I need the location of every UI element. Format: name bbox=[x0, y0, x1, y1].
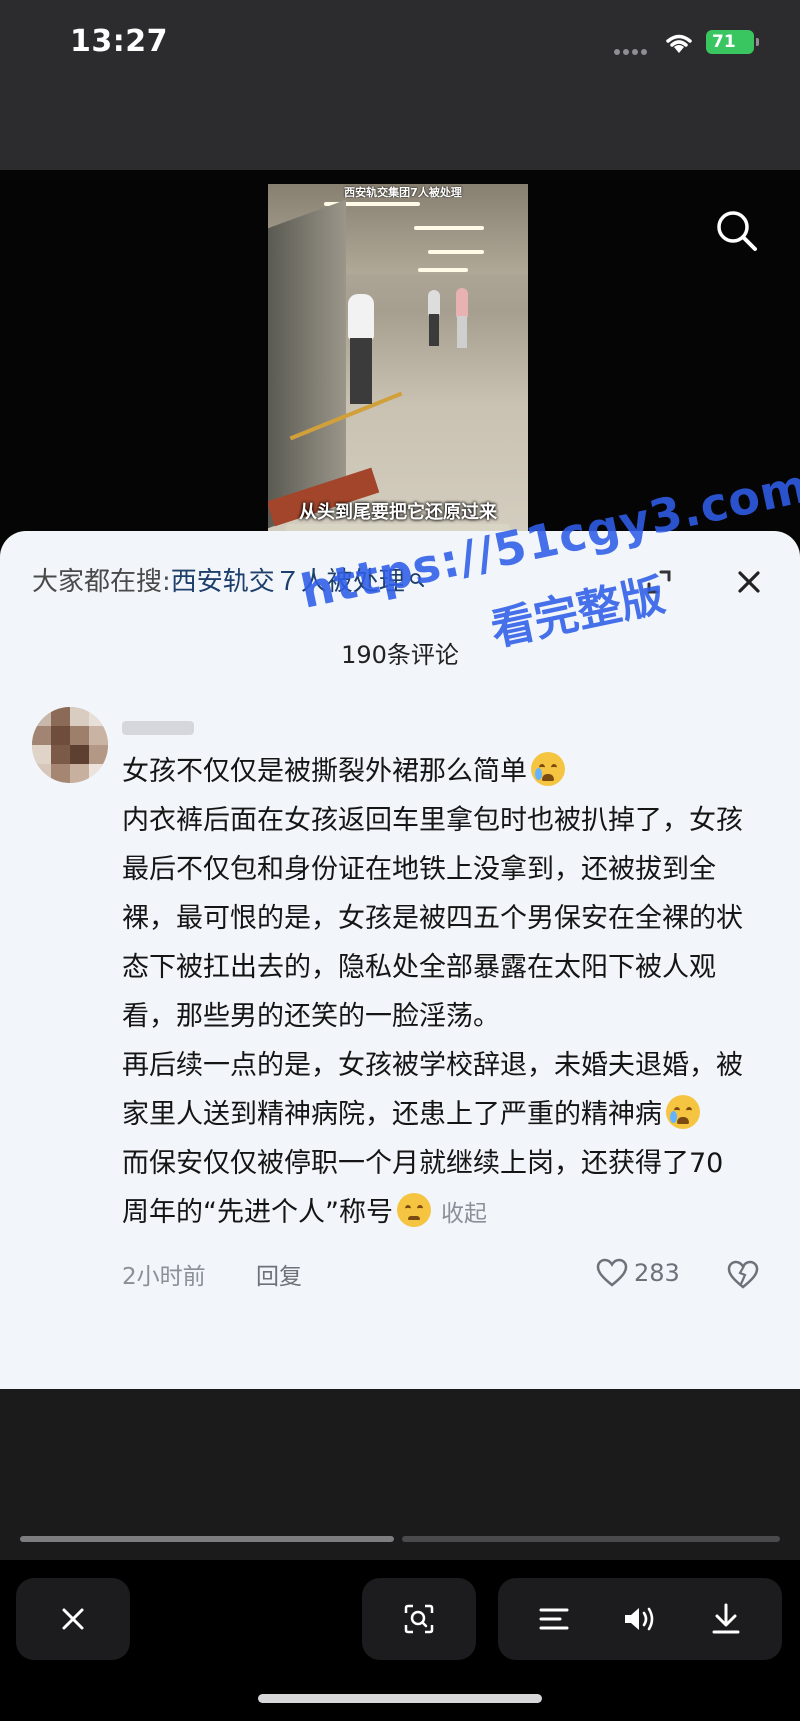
search-icon bbox=[717, 211, 757, 251]
reply-button[interactable]: 回复 bbox=[256, 1257, 302, 1291]
battery-level: 71 bbox=[712, 32, 736, 52]
list-icon bbox=[539, 1608, 569, 1630]
bottom-toolbar bbox=[0, 1560, 800, 1721]
battery-icon: 71 bbox=[706, 30, 759, 54]
like-count: 283 bbox=[634, 1259, 680, 1287]
video-caption: 从头到尾要把它还原过来 bbox=[299, 502, 497, 523]
comment-footer: 2小时前 回复 283 bbox=[122, 1255, 772, 1291]
action-group bbox=[498, 1578, 782, 1660]
visual-search-button[interactable] bbox=[362, 1578, 476, 1660]
video-caption-top: 西安轨交集团7人被处理 bbox=[344, 186, 462, 198]
collapse-link[interactable]: 收起 bbox=[441, 1201, 487, 1227]
search-hint-query[interactable]: 西安轨交７人被处理 bbox=[171, 567, 405, 597]
speaker-icon bbox=[625, 1607, 654, 1631]
video-thumbnail[interactable]: 西安轨交集团7人被处理 从头到尾要把它还原过来 bbox=[268, 184, 528, 550]
close-icon bbox=[43, 1578, 103, 1660]
search-icon bbox=[409, 565, 425, 587]
crying-emoji-icon bbox=[531, 752, 565, 786]
home-indicator[interactable] bbox=[258, 1694, 542, 1703]
lens-icon bbox=[389, 1578, 449, 1660]
dislike-button[interactable] bbox=[726, 1257, 760, 1291]
avatar[interactable] bbox=[32, 707, 108, 783]
comment-text: 女孩不仅仅是被撕裂外裙那么简单 内衣裤后面在女孩返回车里拿包时也被扒掉了，女孩最… bbox=[122, 747, 746, 1239]
progress-segment-played bbox=[20, 1536, 394, 1542]
expand-button[interactable] bbox=[644, 567, 674, 597]
comment-time: 2小时前 bbox=[122, 1264, 206, 1290]
comment-sheet: 大家都在搜:西安轨交７人被处理 190条评论 女孩不仅仅是被撕裂外裙那么简单 内… bbox=[0, 531, 800, 1389]
expand-icon bbox=[647, 570, 671, 594]
screen: 13:27 71 西安轨交集团7人被处理 从头到尾要把它还原过来 大家都在搜:西… bbox=[0, 0, 800, 1721]
status-bar: 13:27 71 bbox=[0, 0, 800, 170]
list-button[interactable] bbox=[524, 1578, 584, 1660]
download-button[interactable] bbox=[696, 1578, 756, 1660]
playback-progress[interactable] bbox=[20, 1536, 780, 1542]
close-button[interactable] bbox=[16, 1578, 130, 1660]
search-button[interactable] bbox=[712, 206, 762, 256]
video-player[interactable]: 西安轨交集团7人被处理 从头到尾要把它还原过来 bbox=[0, 170, 800, 550]
comment-line: 女孩不仅仅是被撕裂外裙那么简单 bbox=[122, 747, 746, 796]
heart-icon bbox=[596, 1258, 628, 1287]
dislike-icon bbox=[727, 1260, 759, 1289]
username-redacted[interactable] bbox=[122, 721, 194, 735]
trending-search-hint[interactable]: 大家都在搜:西安轨交７人被处理 bbox=[32, 561, 425, 597]
status-time: 13:27 bbox=[70, 24, 168, 59]
comment-line: 内衣裤后面在女孩返回车里拿包时也被扒掉了，女孩最后不仅包和身份证在地铁上没拿到，… bbox=[122, 805, 743, 1032]
volume-button[interactable] bbox=[610, 1578, 670, 1660]
progress-segment-remaining bbox=[402, 1536, 780, 1542]
crying-emoji-icon bbox=[666, 1095, 700, 1129]
close-comments-button[interactable] bbox=[732, 565, 766, 599]
search-hint-label: 大家都在搜: bbox=[32, 567, 171, 597]
smirk-emoji-icon bbox=[396, 1193, 431, 1227]
wifi-icon bbox=[662, 29, 696, 55]
comment-line: 再后续一点的是，女孩被学校辞退，未婚夫退婚，被家里人送到精神病院，还患上了严重的… bbox=[122, 1050, 743, 1130]
like-button[interactable]: 283 bbox=[596, 1255, 680, 1291]
comment-count: 190条评论 bbox=[341, 641, 459, 669]
comment-line: 而保安仅仅被停职一个月就继续上岗，还获得了70周年的“先进个人”称号 收起 bbox=[122, 1148, 724, 1228]
close-icon bbox=[738, 571, 760, 593]
cellular-signal-icon bbox=[614, 40, 654, 55]
download-icon bbox=[712, 1603, 740, 1634]
